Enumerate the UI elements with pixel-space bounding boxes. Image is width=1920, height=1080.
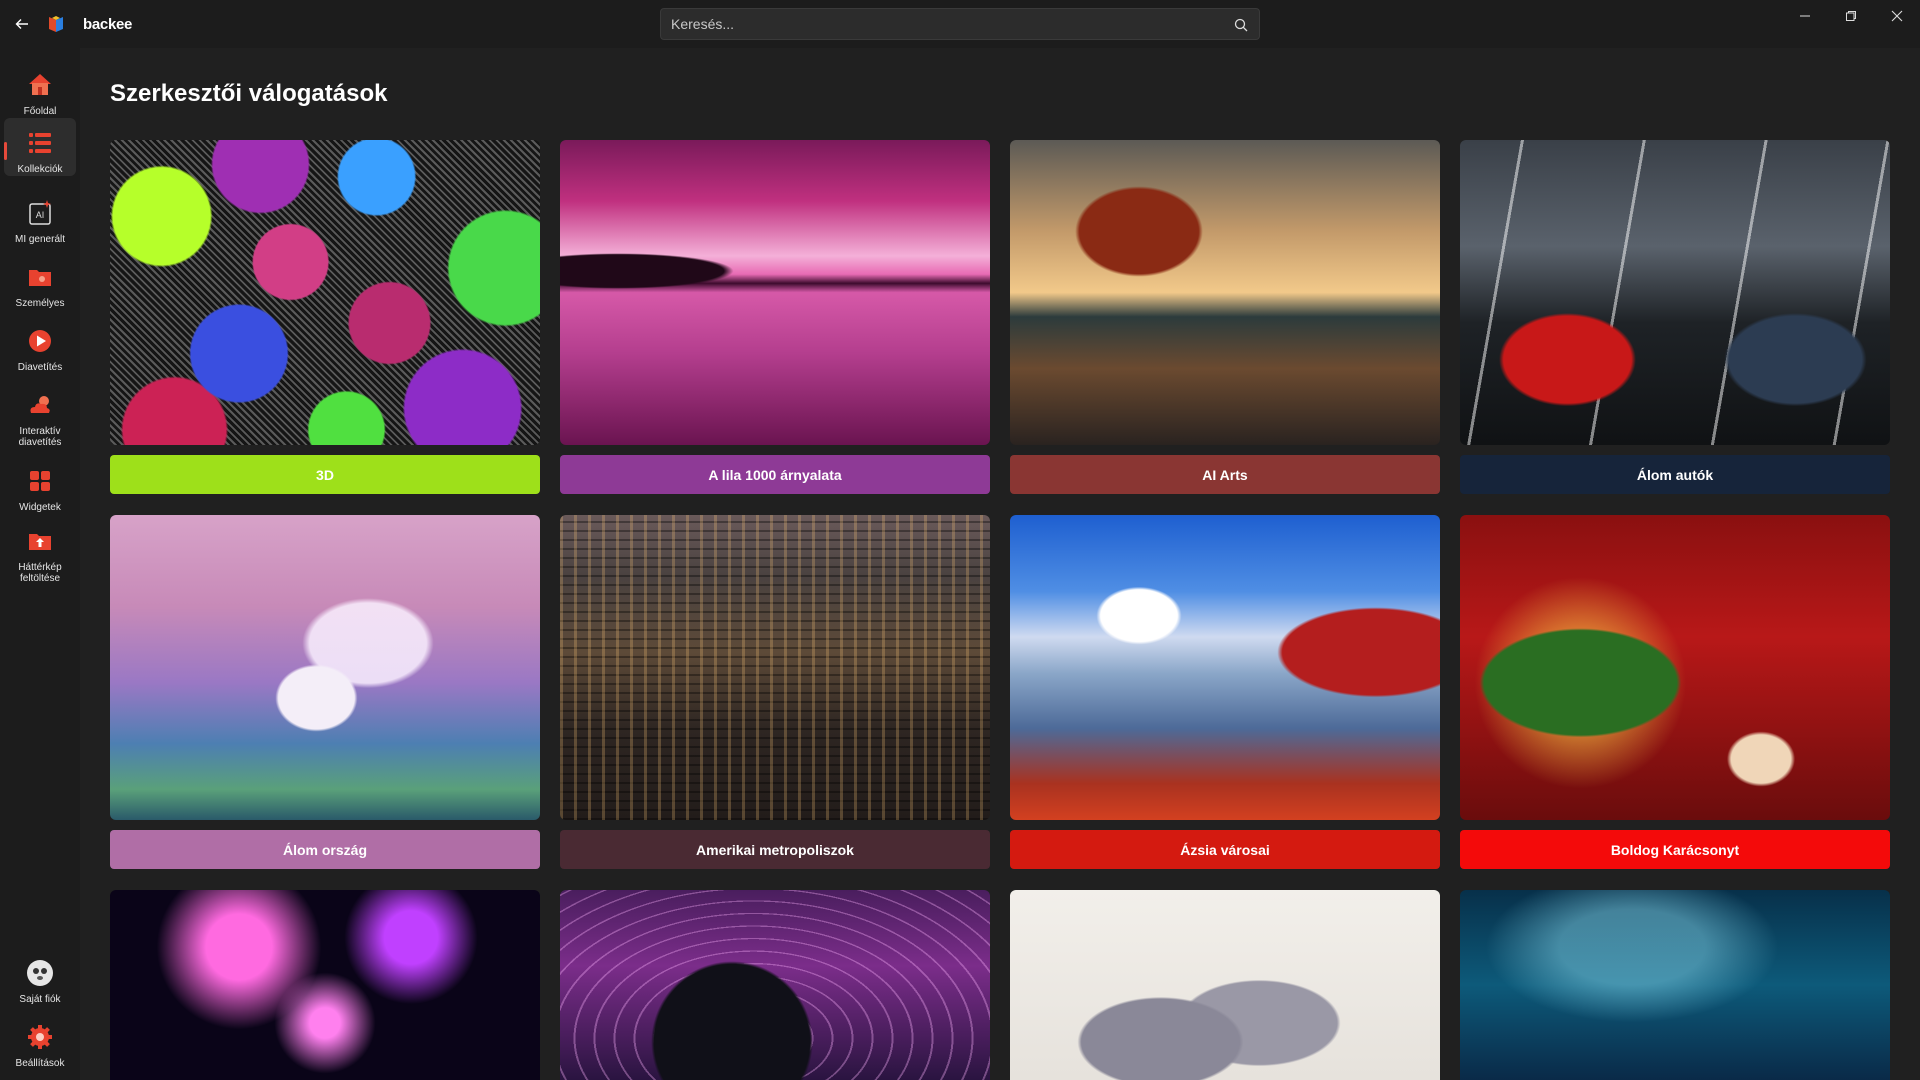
sidebar-item-home[interactable]: Főoldal [4, 60, 76, 117]
minimize-button[interactable] [1782, 0, 1828, 32]
sidebar-item-label: Személyes [15, 298, 65, 309]
sidebar-item-ai-generated[interactable]: AI MI generált [4, 188, 76, 245]
arrow-left-icon [15, 19, 28, 29]
sidebar-item-interactive-slideshow[interactable]: Interaktív diavetítés [4, 380, 76, 448]
close-button[interactable] [1874, 0, 1920, 32]
search-input[interactable] [661, 9, 1259, 39]
restore-button[interactable] [1828, 0, 1874, 32]
sidebar-item-label: Kollekciók [17, 164, 63, 175]
sidebar-item-personal[interactable]: Személyes [4, 252, 76, 309]
collection-card-dreamland[interactable]: Álom ország [110, 515, 540, 869]
sidebar-item-label: Diavetítés [17, 362, 63, 373]
collection-thumbnail[interactable] [1010, 890, 1440, 1080]
home-icon [29, 74, 51, 95]
collection-label[interactable]: 3D [110, 455, 540, 494]
collection-card-merry-christmas[interactable]: Boldog Karácsonyt [1460, 515, 1890, 869]
sidebar-item-widgets[interactable]: Widgetek [4, 456, 76, 513]
collection-label[interactable]: AI Arts [1010, 455, 1440, 494]
close-icon [1891, 10, 1903, 22]
collection-card-space[interactable] [560, 890, 990, 1080]
collection-thumbnail[interactable] [560, 515, 990, 820]
collection-card-dream-cars[interactable]: Álom autók [1460, 140, 1890, 494]
sidebar-item-account[interactable]: Saját fiók [4, 948, 76, 1005]
ai-generated-icon: AI [29, 200, 51, 225]
sidebar-item-label: Interaktív diavetítés [18, 426, 62, 448]
restore-icon [1846, 11, 1856, 21]
sidebar: Főoldal Kollekciók AI MI generált Személ… [0, 48, 80, 1080]
sidebar-item-label: Főoldal [23, 106, 57, 117]
backee-logo-icon [46, 14, 66, 34]
back-button[interactable] [8, 10, 36, 38]
collection-card-kittens[interactable] [1010, 890, 1440, 1080]
collection-card-american-metropolises[interactable]: Amerikai metropoliszok [560, 515, 990, 869]
upload-wallpaper-icon [29, 534, 51, 550]
collection-label[interactable]: Amerikai metropoliszok [560, 830, 990, 869]
search-box[interactable] [660, 8, 1260, 40]
sidebar-item-settings[interactable]: Beállítások [4, 1012, 76, 1069]
search-icon[interactable] [1233, 17, 1249, 33]
collections-icon [29, 133, 51, 153]
collection-thumbnail[interactable] [1460, 140, 1890, 445]
weather-interactive-icon [30, 396, 50, 413]
collection-thumbnail[interactable] [110, 140, 540, 445]
collection-label[interactable]: Ázsia városai [1010, 830, 1440, 869]
collection-thumbnail[interactable] [110, 515, 540, 820]
personal-folder-icon [29, 270, 51, 286]
collection-label[interactable]: Boldog Karácsonyt [1460, 830, 1890, 869]
collection-card-3d[interactable]: 3D [110, 140, 540, 494]
collection-card-sky[interactable] [1460, 890, 1890, 1080]
svg-text:AI: AI [36, 210, 45, 220]
sidebar-item-upload-wallpaper[interactable]: Háttérkép feltöltése [4, 516, 76, 584]
collection-card-fireworks[interactable] [110, 890, 540, 1080]
page-title: Szerkesztői válogatások [110, 80, 388, 107]
collection-thumbnail[interactable] [560, 890, 990, 1080]
collection-thumbnail[interactable] [1010, 515, 1440, 820]
sidebar-item-slideshow[interactable]: Diavetítés [4, 316, 76, 373]
collection-thumbnail[interactable] [1460, 890, 1890, 1080]
settings-gear-icon [28, 1025, 52, 1049]
sidebar-item-label: MI generált [14, 234, 66, 245]
title-bar: backee [0, 0, 1920, 48]
account-avatar-icon [27, 960, 53, 986]
app-title: backee [83, 16, 133, 33]
minimize-icon [1800, 15, 1810, 17]
collection-card-purple[interactable]: A lila 1000 árnyalata [560, 140, 990, 494]
collection-label[interactable]: Álom autók [1460, 455, 1890, 494]
sidebar-item-label: Saját fiók [19, 994, 61, 1005]
collection-label[interactable]: Álom ország [110, 830, 540, 869]
collection-thumbnail[interactable] [560, 140, 990, 445]
collection-thumbnail[interactable] [1010, 140, 1440, 445]
collection-label[interactable]: A lila 1000 árnyalata [560, 455, 990, 494]
sidebar-item-label: Widgetek [19, 502, 61, 513]
sidebar-item-collections[interactable]: Kollekciók [4, 118, 76, 176]
collection-card-asian-cities[interactable]: Ázsia városai [1010, 515, 1440, 869]
collection-thumbnail[interactable] [1460, 515, 1890, 820]
collection-thumbnail[interactable] [110, 890, 540, 1080]
collection-card-ai-arts[interactable]: AI Arts [1010, 140, 1440, 494]
sidebar-item-label: Beállítások [15, 1058, 65, 1069]
slideshow-play-icon [29, 330, 51, 352]
widgets-icon [30, 471, 50, 491]
sidebar-item-label: Háttérkép feltöltése [18, 562, 62, 584]
